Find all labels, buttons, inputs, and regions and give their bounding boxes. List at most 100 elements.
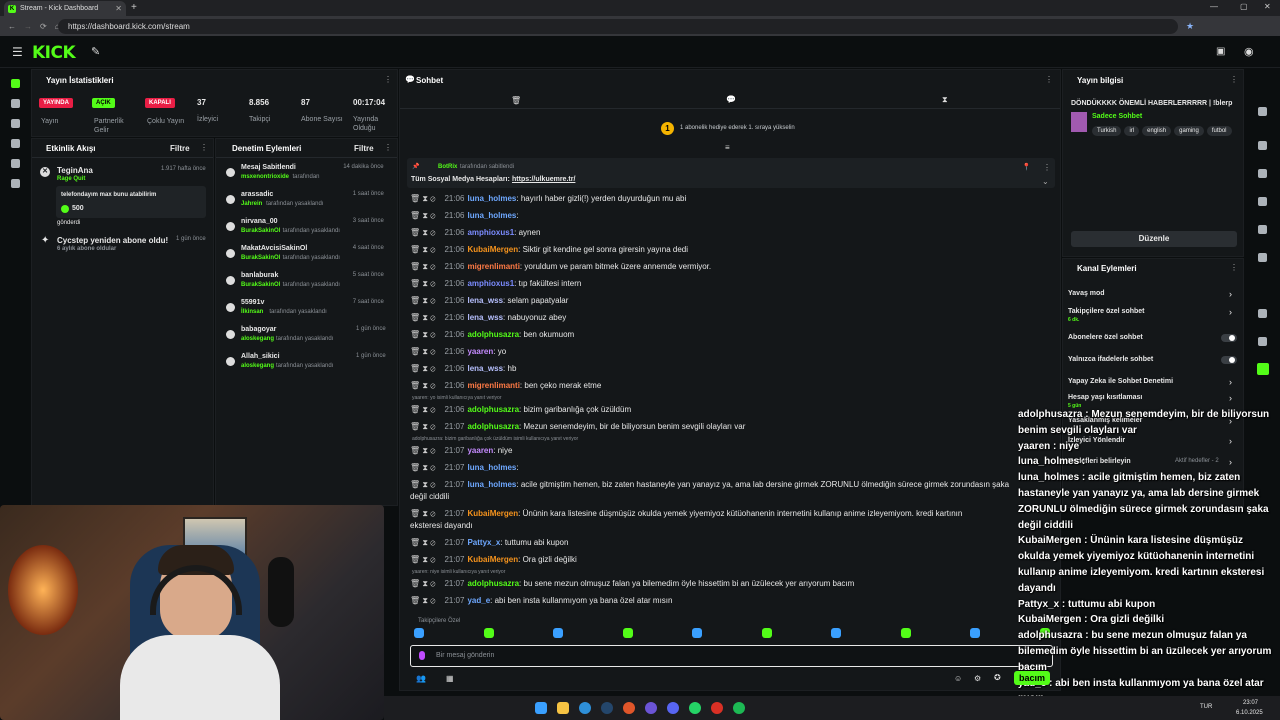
- pinned-link[interactable]: https://ulkuemre.tr/: [512, 176, 575, 183]
- back-icon[interactable]: ←: [8, 22, 16, 31]
- chevron-right-icon[interactable]: ›: [1229, 393, 1232, 403]
- chat-message[interactable]: 🗑 ⧗ ⊘ 21:06 adolphusazra: ben okumuom: [410, 330, 574, 340]
- mod-actions-icon[interactable]: 🗑 ⧗ ⊘: [410, 405, 435, 414]
- unpin-icon[interactable]: 📍: [1022, 163, 1031, 171]
- emote-icon[interactable]: [553, 628, 563, 638]
- channel-action-label[interactable]: Hesap yaşı kısıtlaması: [1068, 394, 1142, 401]
- chat-message[interactable]: 🗑 ⧗ ⊘ 21:06 lena_wss: selam papatyalar: [410, 296, 568, 306]
- chat-message[interactable]: 🗑 ⧗ ⊘ 21:06 adolphusazra: bizim garibanlığ…: [410, 405, 631, 415]
- chat-message[interactable]: 🗑 ⧗ ⊘ 21:07 luna_holmes: acile gitmiştim h…: [410, 480, 1009, 490]
- mod-actions-icon[interactable]: 🗑 ⧗ ⊘: [410, 313, 435, 322]
- mod-actions-icon[interactable]: 🗑 ⧗ ⊘: [410, 347, 435, 356]
- chat-message[interactable]: 🗑 ⧗ ⊘ 21:07 yaaren: niye: [410, 446, 512, 456]
- stream-category[interactable]: Sadece Sohbet: [1092, 113, 1142, 120]
- mod-actions-icon[interactable]: 🗑 ⧗ ⊘: [410, 279, 435, 288]
- new-tab-icon[interactable]: +: [131, 2, 137, 13]
- chat-input[interactable]: [410, 645, 1053, 667]
- chat-message[interactable]: 🗑 ⧗ ⊘ 21:06 migrenlimanti: yoruldum ve par…: [410, 262, 711, 272]
- mod-actions-icon[interactable]: 🗑 ⧗ ⊘: [410, 330, 435, 339]
- message-username[interactable]: migrenlimanti: [467, 381, 519, 390]
- chat-message[interactable]: 🗑 ⧗ ⊘ 21:06 KubaiMergen: Siktir git kendin…: [410, 245, 688, 255]
- tools-icon[interactable]: ✎: [91, 45, 100, 58]
- address-bar[interactable]: https://dashboard.kick.com/stream: [58, 19, 1178, 34]
- tab-close-icon[interactable]: ✕: [115, 4, 122, 13]
- channel-action-label[interactable]: Yavaş mod: [1068, 290, 1105, 297]
- whatsapp-icon[interactable]: [689, 702, 701, 714]
- stream-tag[interactable]: Turkish: [1092, 126, 1122, 136]
- window-close-icon[interactable]: ✕: [1264, 2, 1271, 11]
- chat-message[interactable]: 🗑 ⧗ ⊘ 21:07 KubaiMergen: Ününin kara liste…: [410, 509, 962, 519]
- emote-icon[interactable]: [483, 628, 494, 638]
- expand-icon[interactable]: ≡: [725, 143, 730, 152]
- message-username[interactable]: migrenlimanti: [467, 262, 519, 271]
- message-username[interactable]: adolphusazra: [467, 405, 519, 414]
- emote-icon[interactable]: [622, 628, 633, 638]
- mod-actions-icon[interactable]: 🗑 ⧗ ⊘: [410, 262, 435, 271]
- browser-icon[interactable]: [623, 702, 635, 714]
- flash-icon[interactable]: [1258, 169, 1267, 178]
- stream-info-menu-icon[interactable]: ⋮: [1230, 75, 1238, 84]
- hourglass-icon[interactable]: ⧗: [942, 95, 948, 105]
- stream-tag[interactable]: gaming: [1174, 126, 1204, 136]
- chat-message[interactable]: 🗑 ⧗ ⊘ 21:06 luna_holmes: hayırlı haber giz…: [410, 194, 686, 204]
- community-icon[interactable]: [11, 139, 20, 148]
- toggle-switch[interactable]: [1221, 334, 1237, 342]
- mod-actions-icon[interactable]: 🗑 ⧗ ⊘: [410, 381, 435, 390]
- integrations-icon[interactable]: [1258, 337, 1267, 346]
- pencil-icon[interactable]: [1258, 107, 1267, 116]
- mod-actions-icon[interactable]: 🗑 ⧗ ⊘: [410, 463, 435, 472]
- chat-message[interactable]: 🗑 ⧗ ⊘ 21:07 yad_e: abi ben insta kullanmıy…: [410, 596, 672, 606]
- window-maximize-icon[interactable]: ▢: [1240, 2, 1248, 11]
- block-icon[interactable]: [1258, 253, 1267, 262]
- chat-message[interactable]: 🗑 ⧗ ⊘ 21:07 adolphusazra: bu sene mezun ol…: [410, 579, 854, 589]
- moderation-menu-icon[interactable]: ⋮: [384, 143, 392, 152]
- apps-icon[interactable]: [1257, 363, 1269, 375]
- chevron-right-icon[interactable]: ›: [1229, 457, 1232, 467]
- mod-actions-icon[interactable]: 🗑 ⧗ ⊘: [410, 211, 435, 220]
- message-username[interactable]: KubaiMergen: [467, 555, 518, 564]
- message-username[interactable]: adolphusazra: [467, 422, 519, 431]
- mod-actions-icon[interactable]: 🗑 ⧗ ⊘: [410, 364, 435, 373]
- message-username[interactable]: KubaiMergen: [467, 509, 518, 518]
- pinned-collapse-icon[interactable]: ⌄: [1042, 177, 1049, 186]
- mod-actions-icon[interactable]: 🗑 ⧗ ⊘: [410, 422, 435, 431]
- message-username[interactable]: luna_holmes: [467, 211, 516, 220]
- mod-actions-icon[interactable]: 🗑 ⧗ ⊘: [410, 228, 435, 237]
- message-username[interactable]: adolphusazra: [467, 579, 519, 588]
- message-username[interactable]: lena_wss: [467, 296, 503, 305]
- message-username[interactable]: lena_wss: [467, 364, 503, 373]
- browser-tab[interactable]: K Stream - Kick Dashboard ✕: [4, 1, 126, 16]
- chat-message[interactable]: 🗑 ⧗ ⊘ 21:06 yaaren: yo: [410, 347, 506, 357]
- mic-icon[interactable]: [419, 651, 425, 660]
- rewards-icon[interactable]: ✪: [994, 673, 1001, 682]
- mod-actions-icon[interactable]: 🗑 ⧗ ⊘: [410, 245, 435, 254]
- message-username[interactable]: lena_wss: [467, 313, 503, 322]
- chevron-right-icon[interactable]: ›: [1229, 436, 1232, 446]
- chat-message[interactable]: 🗑 ⧗ ⊘ 21:07 KubaiMergen: Ora gizli değilki: [410, 555, 577, 565]
- discord-icon[interactable]: [667, 702, 679, 714]
- mod-actions-icon[interactable]: 🗑 ⧗ ⊘: [410, 296, 435, 305]
- forward-icon[interactable]: →: [24, 22, 32, 31]
- mod-actions-icon[interactable]: 🗑 ⧗ ⊘: [410, 538, 435, 547]
- expand-icon[interactable]: [1258, 141, 1267, 150]
- activity-menu-icon[interactable]: ⋮: [200, 143, 208, 152]
- chat-message[interactable]: 🗑 ⧗ ⊘ 21:06 lena_wss: hb: [410, 364, 516, 374]
- channel-action-label[interactable]: Takipçilere özel sohbet: [1068, 308, 1145, 315]
- menu-icon[interactable]: ☰: [12, 45, 23, 59]
- library-icon[interactable]: [11, 99, 20, 108]
- chat-message[interactable]: 🗑 ⧗ ⊘ 21:07 adolphusazra: Mezun senemdeyim…: [410, 422, 745, 432]
- chat-message[interactable]: 🗑 ⧗ ⊘ 21:06 lena_wss: nabuyonuz abey: [410, 313, 566, 323]
- emote-icon[interactable]: [970, 628, 980, 638]
- message-username[interactable]: Pattyx_x: [467, 538, 500, 547]
- obs-icon[interactable]: [645, 702, 657, 714]
- chat-message[interactable]: 🗑 ⧗ ⊘ 21:07 luna_holmes:: [410, 463, 519, 473]
- wrench-icon[interactable]: [1258, 309, 1267, 318]
- emote-icon[interactable]: [414, 628, 424, 638]
- activity-filter-button[interactable]: Filtre: [170, 144, 190, 153]
- mod-actions-icon[interactable]: 🗑 ⧗ ⊘: [410, 509, 435, 518]
- emote-icon[interactable]: [900, 628, 911, 638]
- trash-icon[interactable]: 🗑: [511, 96, 521, 105]
- spotify-icon[interactable]: [733, 702, 745, 714]
- chat-bubble-icon[interactable]: 💬: [726, 95, 736, 104]
- chrome-icon[interactable]: [711, 702, 723, 714]
